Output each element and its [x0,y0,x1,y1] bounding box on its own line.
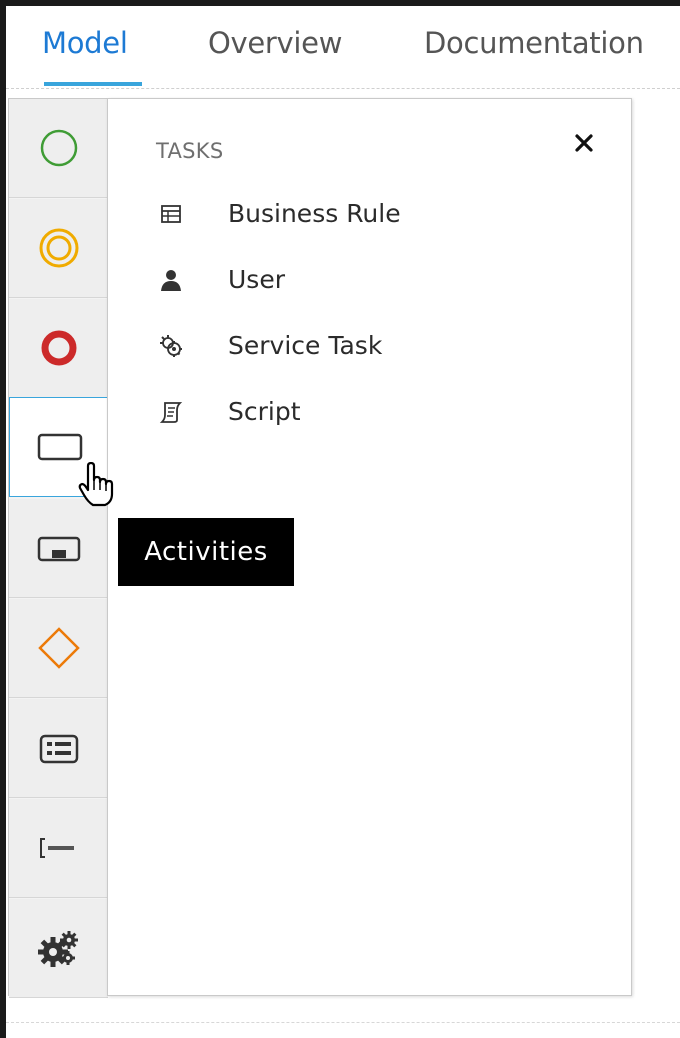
text-annotation-icon [39,838,74,858]
tooltip-text: Activities [144,537,268,567]
tooltip: Activities [118,518,294,586]
script-icon [158,399,184,425]
task-item-service-task[interactable]: Service Task [148,328,588,368]
close-button[interactable] [570,129,598,157]
canvas-grid-line [6,88,680,89]
task-label: Script [228,397,301,426]
task-item-script[interactable]: Script [148,394,588,434]
close-icon [575,134,593,152]
panel-title: TASKS [156,139,224,163]
task-label: Business Rule [228,199,401,228]
user-icon [158,267,184,293]
task-rectangle-icon [37,433,82,461]
palette-item-end-events[interactable] [9,299,108,398]
palette-toolbar [8,98,110,998]
palette-item-subprocesses[interactable] [9,499,108,598]
palette-item-custom-tasks[interactable] [9,899,108,998]
green-circle-icon [40,129,77,167]
task-item-user[interactable]: User [148,262,588,302]
task-label: User [228,265,285,294]
window-frame-left [0,0,6,1038]
subprocess-icon [37,536,80,562]
double-circle-icon [39,228,78,268]
table-icon [158,201,184,227]
task-label: Service Task [228,331,383,360]
tab-overview[interactable]: Overview [208,26,342,60]
active-tab-indicator [44,82,142,86]
gear-icon [158,333,184,359]
red-thick-circle-icon [41,330,76,366]
tab-documentation[interactable]: Documentation [424,26,644,60]
palette-item-gateways[interactable] [9,599,108,698]
tab-bar: Model Overview Documentation [6,6,680,90]
gears-icon [37,931,78,967]
hand-pointer-cursor-icon [78,461,118,513]
palette-item-containers[interactable] [9,699,108,798]
palette-item-intermediate-events[interactable] [9,199,108,298]
palette-item-start-events[interactable] [9,99,108,198]
diamond-icon [37,627,80,669]
task-item-business-rule[interactable]: Business Rule [148,196,588,236]
tab-model[interactable]: Model [42,26,128,60]
list-box-icon [39,734,78,764]
palette-item-artifacts[interactable] [9,799,108,898]
canvas-grid-line [6,1022,680,1023]
